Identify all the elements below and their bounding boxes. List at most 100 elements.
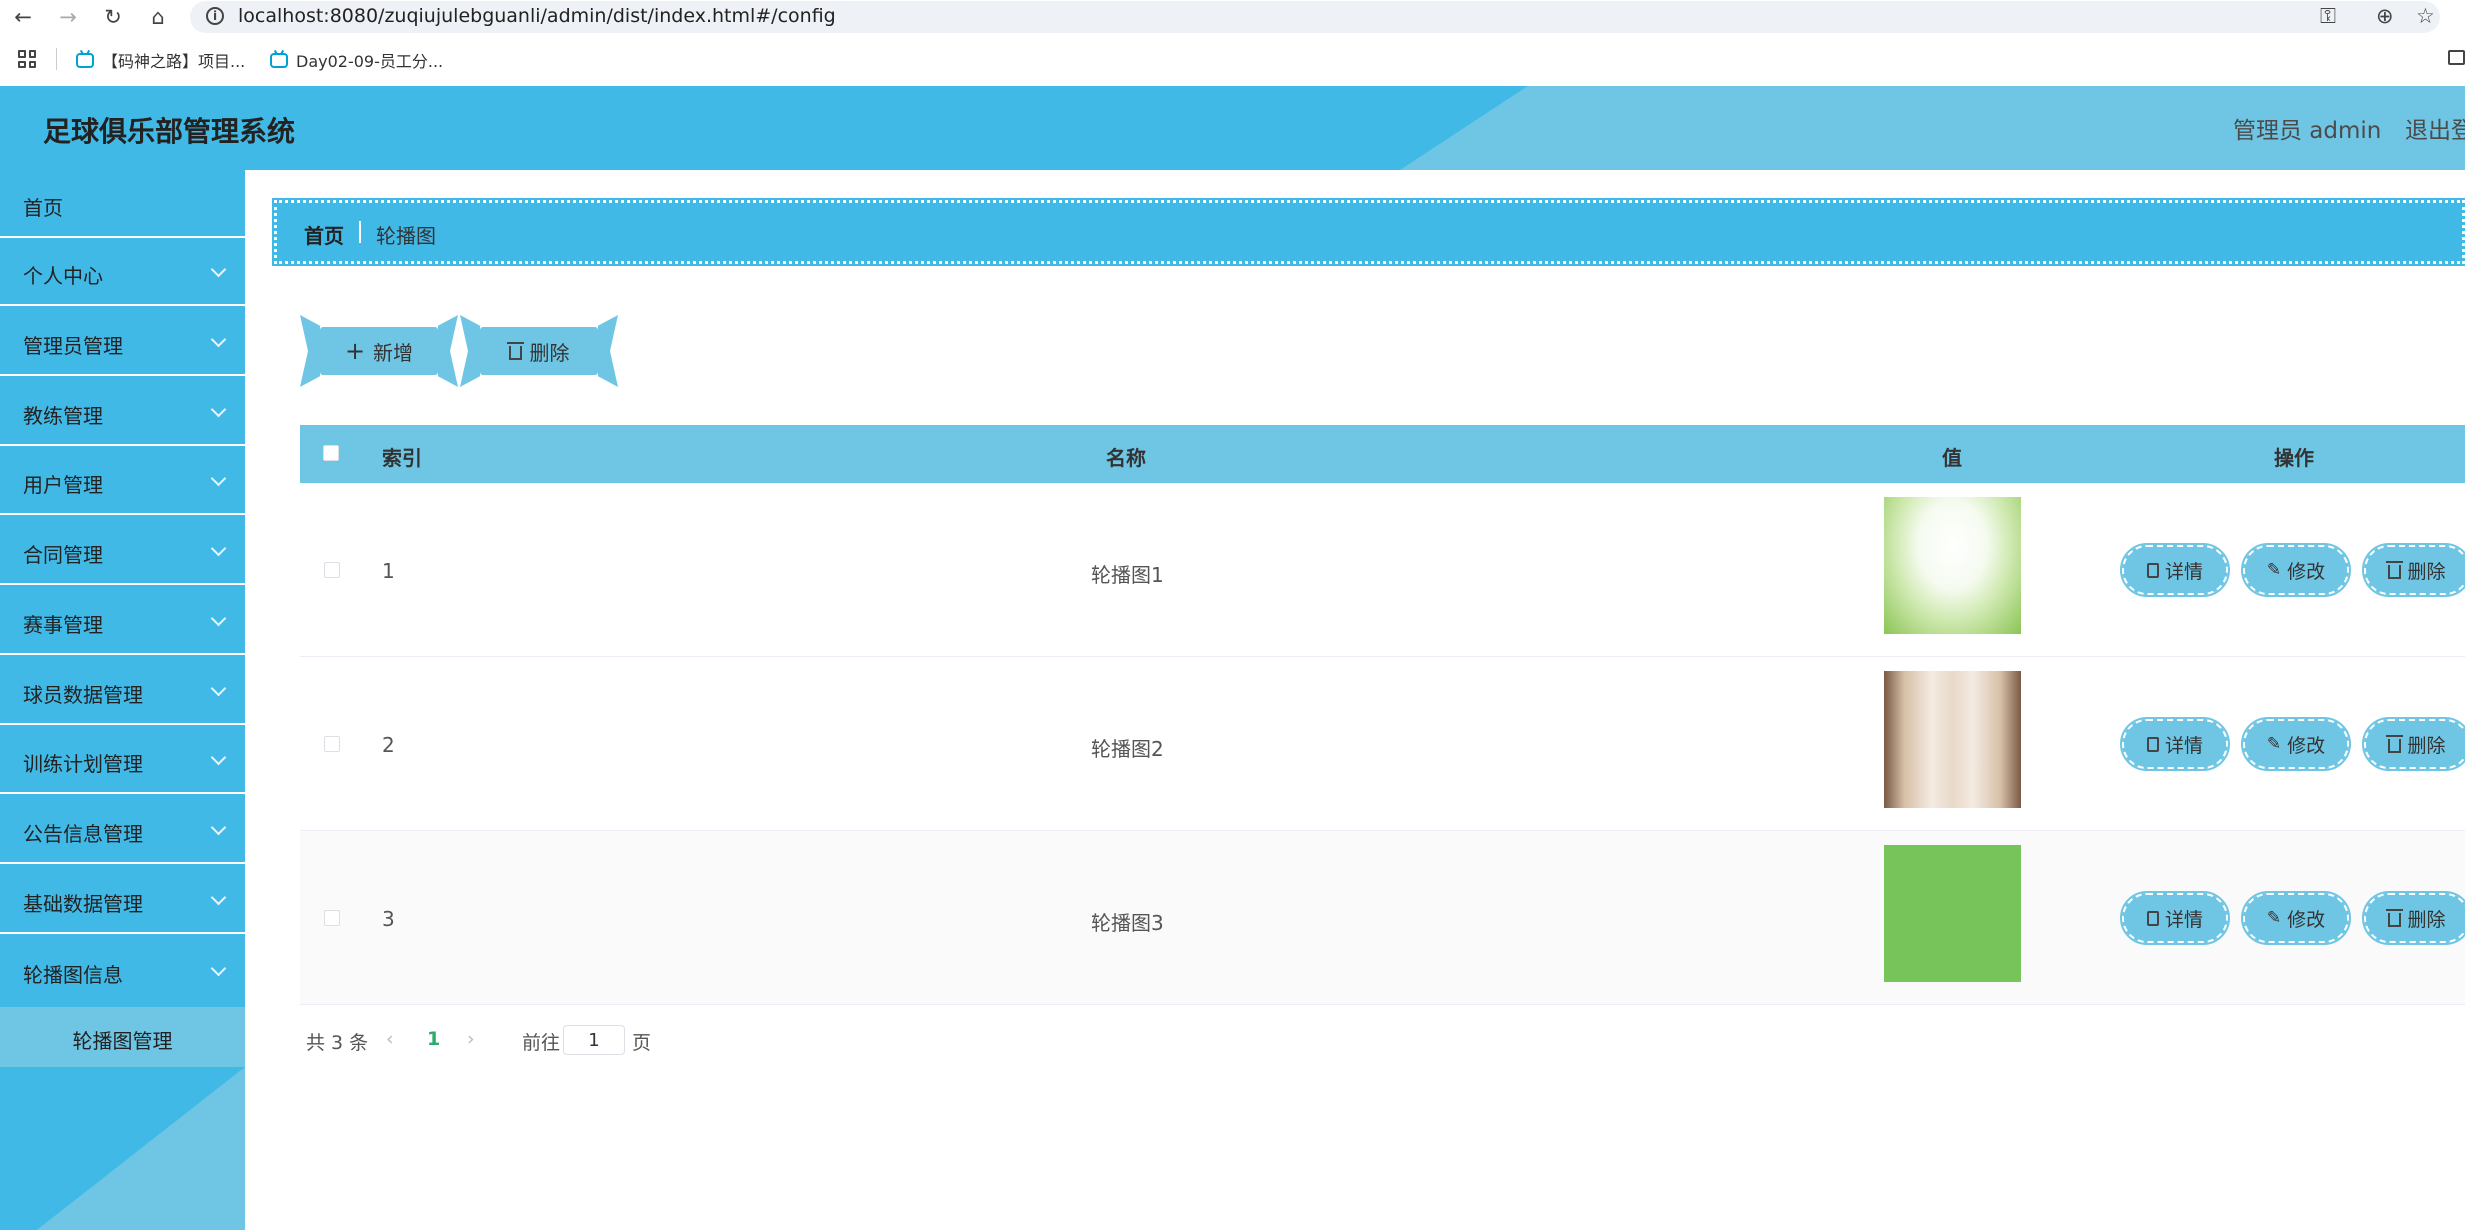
sidebar-item-match-management[interactable]: 赛事管理 xyxy=(0,587,245,655)
apps-icon[interactable] xyxy=(18,50,36,68)
pagination-goto-prefix: 前往 xyxy=(522,1032,561,1054)
site-info-icon[interactable]: i xyxy=(206,7,224,25)
detail-button[interactable]: 详情 xyxy=(2120,891,2230,945)
bookmark-item[interactable]: 【码神之路】项目... xyxy=(76,48,245,72)
delete-button[interactable]: 删除 xyxy=(2362,891,2465,945)
row-checkbox[interactable] xyxy=(324,910,340,926)
sidebar-item-label: 赛事管理 xyxy=(23,613,103,637)
plus-icon: + xyxy=(344,337,366,365)
row-index: 1 xyxy=(382,559,395,583)
detail-button[interactable]: 详情 xyxy=(2120,717,2230,771)
edit-icon: ✎ xyxy=(2266,560,2282,580)
bookmarks-bar: 【码神之路】项目... Day02-09-员工分... xyxy=(0,34,2465,86)
sidebar-item-home[interactable]: 首页 xyxy=(0,170,245,238)
key-icon[interactable]: ⚿ xyxy=(2320,4,2336,29)
chevron-down-icon xyxy=(210,540,227,557)
chevron-down-icon xyxy=(210,889,227,906)
carousel-image xyxy=(1884,497,2021,634)
sidebar-item-label: 管理员管理 xyxy=(23,334,123,358)
row-name: 轮播图2 xyxy=(1091,737,1164,761)
select-all-checkbox[interactable] xyxy=(323,445,339,461)
folder-icon[interactable] xyxy=(2448,50,2465,65)
sidebar-item-contract-management[interactable]: 合同管理 xyxy=(0,517,245,585)
breadcrumb-current: 轮播图 xyxy=(376,224,436,248)
delete-button[interactable]: 删除 xyxy=(2362,717,2465,771)
next-page-icon[interactable]: › xyxy=(467,1028,475,1050)
edit-button-label: 修改 xyxy=(2287,560,2326,583)
column-header-ops: 操作 xyxy=(2274,446,2314,470)
sidebar-subitem-carousel-management[interactable]: 轮播图管理 xyxy=(0,1007,245,1067)
row-checkbox[interactable] xyxy=(324,736,340,752)
sidebar-item-player-data-management[interactable]: 球员数据管理 xyxy=(0,657,245,725)
carousel-image xyxy=(1884,845,2021,982)
sidebar-item-label: 轮播图信息 xyxy=(23,963,123,987)
delete-button-label: 删除 xyxy=(2407,560,2446,583)
detail-button[interactable]: 详情 xyxy=(2120,543,2230,597)
edit-button[interactable]: ✎ 修改 xyxy=(2241,543,2351,597)
sidebar-item-notice-management[interactable]: 公告信息管理 xyxy=(0,796,245,864)
pagination-page-number[interactable]: 1 xyxy=(427,1028,440,1050)
sidebar-item-personal-center[interactable]: 个人中心 xyxy=(0,238,245,306)
prev-page-icon[interactable]: ‹ xyxy=(386,1028,394,1050)
row-checkbox[interactable] xyxy=(324,562,340,578)
sidebar-item-training-plan-management[interactable]: 训练计划管理 xyxy=(0,726,245,794)
sidebar-item-carousel-info[interactable]: 轮播图信息 xyxy=(0,937,245,1005)
chevron-down-icon xyxy=(210,401,227,418)
table-header: 索引 名称 值 操作 xyxy=(300,425,2465,483)
edit-icon: ✎ xyxy=(2266,908,2282,928)
edit-button[interactable]: ✎ 修改 xyxy=(2241,717,2351,771)
row-index: 2 xyxy=(382,733,395,757)
table-row: 1 轮播图1 详情 ✎ 修改 删除 xyxy=(300,483,2465,657)
sidebar-item-label: 合同管理 xyxy=(23,543,103,567)
add-button-label: 新增 xyxy=(373,340,414,365)
trash-icon xyxy=(2386,734,2404,753)
delete-button[interactable]: 删除 xyxy=(2362,543,2465,597)
sidebar-item-basic-data-management[interactable]: 基础数据管理 xyxy=(0,866,245,934)
zoom-icon[interactable]: ⊕ xyxy=(2376,4,2394,28)
back-icon[interactable]: ← xyxy=(8,2,38,32)
sidebar-item-label: 训练计划管理 xyxy=(23,752,143,776)
breadcrumb-home[interactable]: 首页 xyxy=(304,220,344,249)
sidebar-item-coach-management[interactable]: 教练管理 xyxy=(0,378,245,446)
sidebar-item-admin-management[interactable]: 管理员管理 xyxy=(0,308,245,376)
forward-icon[interactable]: → xyxy=(53,2,83,32)
sidebar-item-label: 球员数据管理 xyxy=(23,683,143,707)
edit-icon: ✎ xyxy=(2266,734,2282,754)
app-header: 足球俱乐部管理系统 管理员 admin 退出登录 xyxy=(0,86,2465,170)
chevron-down-icon xyxy=(210,470,227,487)
chevron-down-icon xyxy=(210,680,227,697)
batch-delete-button-label: 删除 xyxy=(529,340,570,365)
bookmark-item[interactable]: Day02-09-员工分... xyxy=(270,48,443,72)
bilibili-icon xyxy=(76,52,94,68)
chevron-down-icon xyxy=(210,960,227,977)
chevron-down-icon xyxy=(210,261,227,278)
document-icon xyxy=(2146,910,2159,926)
pagination-goto-suffix: 页 xyxy=(632,1032,652,1054)
bilibili-icon xyxy=(270,52,288,68)
add-button[interactable]: + 新增 xyxy=(320,327,438,375)
browser-address-bar: ← → ↻ ⌂ i localhost:8080/zuqiujulebguanl… xyxy=(0,0,2465,34)
pagination-goto-input[interactable] xyxy=(563,1025,625,1055)
chevron-down-icon xyxy=(210,610,227,627)
logout-button[interactable]: 退出登录 xyxy=(2405,111,2465,145)
home-icon[interactable]: ⌂ xyxy=(143,2,173,32)
edit-button[interactable]: ✎ 修改 xyxy=(2241,891,2351,945)
url-field[interactable]: i localhost:8080/zuqiujulebguanli/admin/… xyxy=(190,1,2440,33)
delete-button-label: 删除 xyxy=(2407,734,2446,757)
document-icon xyxy=(2146,562,2159,578)
detail-button-label: 详情 xyxy=(2164,908,2203,931)
table-row: 3 轮播图3 详情 ✎ 修改 删除 xyxy=(300,831,2465,1005)
sidebar-item-label: 公告信息管理 xyxy=(23,822,143,846)
trash-icon xyxy=(2386,908,2404,927)
sidebar: 首页 个人中心 管理员管理 教练管理 用户管理 合同管理 赛事管理 球员数据管理… xyxy=(0,170,245,1230)
sidebar-item-label: 首页 xyxy=(23,196,63,220)
sidebar-subitem-label: 轮播图管理 xyxy=(72,1029,173,1053)
pagination-total: 共 3 条 xyxy=(306,1032,369,1054)
reload-icon[interactable]: ↻ xyxy=(98,2,128,32)
chevron-down-icon xyxy=(210,331,227,348)
sidebar-item-user-management[interactable]: 用户管理 xyxy=(0,447,245,515)
table-row: 2 轮播图2 详情 ✎ 修改 删除 xyxy=(300,657,2465,831)
batch-delete-button[interactable]: 删除 xyxy=(480,327,598,375)
url-text[interactable]: localhost:8080/zuqiujulebguanli/admin/di… xyxy=(238,5,836,27)
star-icon[interactable]: ☆ xyxy=(2416,4,2435,28)
